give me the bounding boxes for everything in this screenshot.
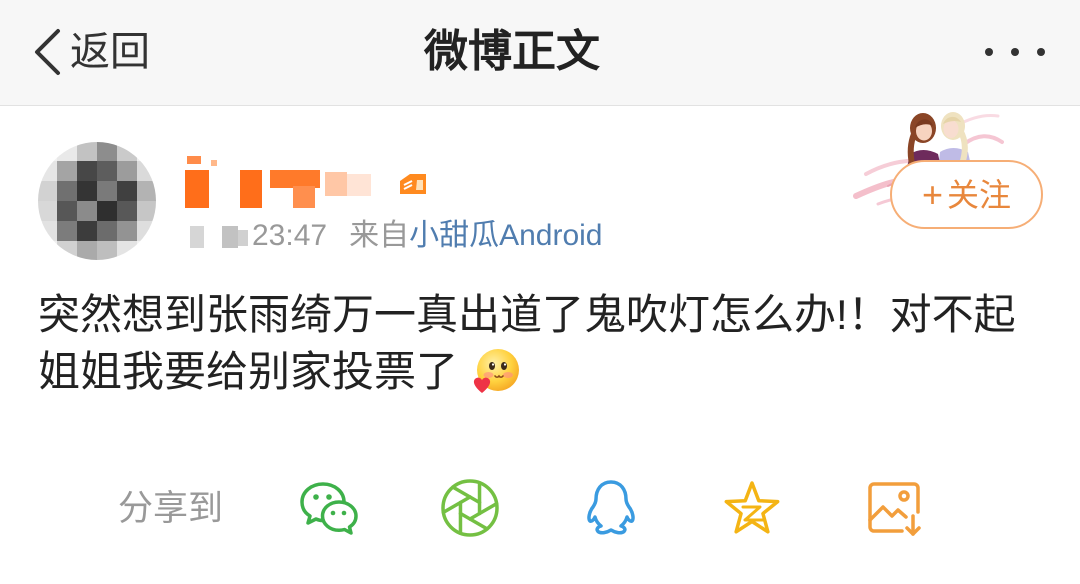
author-name-redacted[interactable] (185, 156, 375, 208)
share-label: 分享到 (118, 489, 224, 528)
qzone-icon (720, 476, 784, 540)
top-navigation-bar: 返回 微博正文 (0, 0, 1080, 106)
wechat-icon (297, 476, 361, 540)
back-label: 返回 (70, 30, 150, 74)
post-content: 突然想到张雨绮万一真出道了鬼吹灯怎么办!！对不起姐姐我要给别家投票了 (38, 286, 1038, 400)
back-button[interactable]: 返回 (32, 27, 150, 77)
post-time: 23:47 (252, 219, 328, 252)
post-text: 突然想到张雨绮万一真出道了鬼吹灯怎么办!！对不起姐姐我要给别家投票了 (38, 291, 1016, 395)
time-redaction (190, 214, 250, 258)
shy-love-emoji-icon (470, 346, 520, 396)
share-moments-button[interactable] (438, 476, 502, 540)
chevron-left-icon (32, 28, 62, 76)
source-link[interactable]: 小甜瓜Android (409, 214, 602, 258)
save-image-button[interactable] (862, 476, 926, 540)
follow-button[interactable]: + 关注 (890, 160, 1043, 229)
wechat-moments-icon (438, 476, 502, 540)
share-qzone-button[interactable] (720, 476, 784, 540)
qq-icon (579, 476, 643, 540)
page-title: 微博正文 (424, 27, 600, 76)
more-options-button[interactable] (985, 36, 1045, 68)
avatar[interactable] (38, 142, 156, 260)
share-wechat-button[interactable] (297, 476, 361, 540)
follow-label: 关注 (947, 176, 1012, 213)
save-image-icon (862, 476, 926, 540)
more-dots-icon (985, 36, 1045, 68)
share-qq-button[interactable] (579, 476, 643, 540)
member-badge-icon[interactable] (398, 172, 428, 196)
post-meta: 23:47 来自 小甜瓜Android (190, 214, 602, 258)
source-prefix: 来自 (349, 219, 410, 252)
follow-plus: + (921, 173, 943, 215)
